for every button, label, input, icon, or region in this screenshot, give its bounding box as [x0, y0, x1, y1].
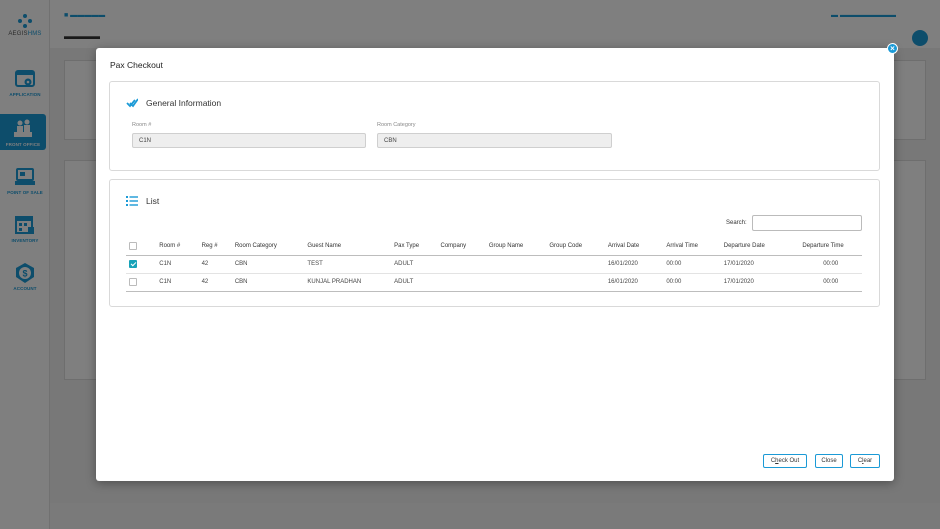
cell-guest-name: TEST	[304, 255, 392, 274]
cell-arrival-date: 16/01/2020	[604, 255, 664, 274]
cell-group-name	[485, 255, 547, 274]
cell-room: C1N	[156, 273, 199, 292]
cell-pax-type: ADULT	[391, 255, 438, 274]
cell-arrival-time: 00:00	[663, 273, 721, 292]
general-information-header: General Information	[126, 98, 221, 108]
modal-close-icon[interactable]: ×	[887, 43, 898, 54]
table-header-row: Room # Reg # Room Category Guest Name Pa…	[126, 238, 862, 256]
cell-reg: 42	[198, 255, 232, 274]
col-header-group-code[interactable]: Group Code	[546, 238, 605, 256]
cell-departure-time: 00:00	[799, 255, 862, 274]
room-number-field: C1N	[132, 133, 366, 148]
row-checkbox[interactable]	[129, 260, 137, 268]
table-row[interactable]: C1N 42 CBN KUNJAL PRADHAN ADULT 16/01/20…	[126, 273, 862, 292]
general-information-title: General Information	[146, 98, 222, 108]
list-panel: List Search: Room # Reg # Room Category …	[109, 179, 880, 307]
cell-room: C1N	[156, 255, 199, 274]
cell-reg: 42	[198, 273, 232, 292]
check-out-button[interactable]: Check Out	[763, 454, 807, 468]
cell-guest-name: KUNJAL PRADHAN	[304, 273, 392, 292]
cell-departure-time: 00:00	[799, 273, 862, 292]
row-select-cell	[126, 255, 157, 274]
close-button[interactable]: Close	[815, 454, 843, 468]
search-input[interactable]	[752, 215, 862, 231]
room-number-label: Room #	[132, 122, 152, 128]
cell-departure-date: 17/01/2020	[720, 255, 800, 274]
col-header-departure-time[interactable]: Departure Time	[799, 238, 862, 256]
col-header-pax-type[interactable]: Pax Type	[391, 238, 438, 256]
general-information-panel: General Information Room # C1N Room Cate…	[109, 81, 880, 171]
double-check-icon	[126, 98, 139, 108]
col-header-group-name[interactable]: Group Name	[485, 238, 547, 256]
room-category-label: Room Category	[377, 122, 416, 128]
list-title: List	[146, 196, 160, 206]
cell-group-name	[485, 273, 547, 292]
cell-group-code	[546, 255, 605, 274]
cell-arrival-date: 16/01/2020	[604, 273, 664, 292]
cell-company	[437, 273, 486, 292]
col-header-arrival-time[interactable]: Arrival Time	[663, 238, 721, 256]
search-label: Search:	[726, 220, 747, 226]
cell-room-category: CBN	[231, 255, 305, 274]
cell-room-category: CBN	[231, 273, 305, 292]
cell-pax-type: ADULT	[391, 273, 438, 292]
room-category-field: CBN	[377, 133, 612, 148]
row-select-cell	[126, 273, 157, 292]
cell-departure-date: 17/01/2020	[720, 273, 800, 292]
select-all-checkbox[interactable]	[129, 242, 137, 251]
select-all-header	[126, 238, 157, 256]
pax-table: Room # Reg # Room Category Guest Name Pa…	[126, 238, 862, 292]
col-header-arrival-date[interactable]: Arrival Date	[604, 238, 664, 256]
cell-company	[437, 255, 486, 274]
table-row[interactable]: C1N 42 CBN TEST ADULT 16/01/2020 00:00 1…	[126, 255, 862, 274]
cell-arrival-time: 00:00	[663, 255, 721, 274]
col-header-reg[interactable]: Reg #	[198, 238, 232, 256]
clear-button[interactable]: Clear	[850, 454, 880, 468]
col-header-room[interactable]: Room #	[156, 238, 199, 256]
col-header-company[interactable]: Company	[437, 238, 486, 256]
col-header-guest-name[interactable]: Guest Name	[304, 238, 392, 256]
col-header-room-category[interactable]: Room Category	[231, 238, 305, 256]
pax-checkout-modal: Pax Checkout General Information Room # …	[96, 48, 894, 481]
row-checkbox[interactable]	[129, 278, 137, 286]
list-icon	[126, 196, 138, 206]
list-header: List	[126, 196, 159, 206]
col-header-departure-date[interactable]: Departure Date	[720, 238, 800, 256]
modal-title: Pax Checkout	[110, 60, 163, 70]
cell-group-code	[546, 273, 605, 292]
